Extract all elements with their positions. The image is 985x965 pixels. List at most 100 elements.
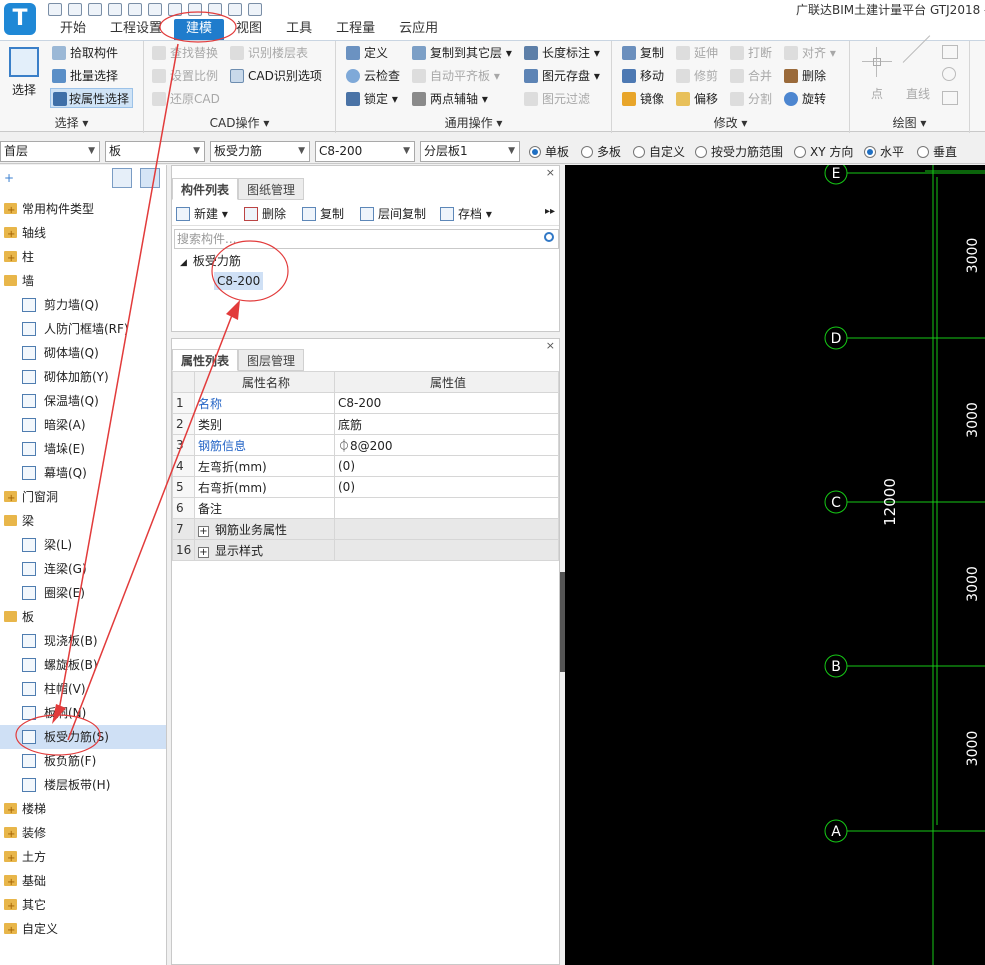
nav-item[interactable]: 圈梁(E): [0, 581, 166, 605]
list-view-icon[interactable]: [112, 168, 132, 188]
common-ops-group-title[interactable]: 通用操作 ▾: [336, 114, 611, 131]
nav-item[interactable]: 螺旋板(B): [0, 653, 166, 677]
nav-item[interactable]: 柱帽(V): [0, 677, 166, 701]
move-button[interactable]: 移动: [622, 66, 664, 86]
archive-button[interactable]: 存档 ▾: [438, 205, 492, 223]
radio-multi-slab[interactable]: 多板: [581, 143, 621, 161]
element-filter-button[interactable]: 图元过滤: [524, 89, 590, 109]
property-value[interactable]: [334, 518, 559, 540]
pick-component-button[interactable]: 拾取构件: [52, 43, 118, 63]
cad-recognize-options-button[interactable]: CAD识别选项: [230, 66, 322, 86]
grid-icon[interactable]: [228, 2, 242, 16]
nav-category[interactable]: 梁: [0, 509, 166, 533]
tab-layer-management[interactable]: 图层管理: [238, 349, 305, 371]
modify-group-title[interactable]: 修改 ▾: [612, 114, 849, 131]
component-search-input[interactable]: 搜索构件...: [174, 229, 559, 249]
cad-group-title[interactable]: CAD操作 ▾: [144, 114, 335, 131]
radio-single-slab[interactable]: 单板: [529, 143, 569, 161]
edit-icon[interactable]: [208, 2, 222, 16]
nav-category[interactable]: 自定义: [0, 917, 166, 943]
component-type-select[interactable]: 板受力筋 ▼: [210, 141, 310, 162]
drawing-canvas[interactable]: E D C B A 3000 3000 3000 3000 12000: [565, 165, 985, 965]
tab-cloud[interactable]: 云应用: [387, 19, 450, 40]
lock-button[interactable]: 锁定 ▾: [346, 89, 398, 109]
rotate-button[interactable]: 旋转: [784, 89, 826, 109]
delete-component-button[interactable]: 删除: [242, 205, 286, 223]
nav-item[interactable]: 现浇板(B): [0, 629, 166, 653]
nav-category[interactable]: 装修: [0, 821, 166, 847]
property-row[interactable]: 2 类别 底筋: [172, 413, 559, 435]
element-save-button[interactable]: 图元存盘 ▾: [524, 66, 600, 86]
open-folder-icon[interactable]: [88, 2, 102, 16]
property-value[interactable]: C8-200: [334, 392, 559, 414]
nav-category[interactable]: 轴线: [0, 221, 166, 247]
property-value[interactable]: [334, 497, 559, 519]
nav-category[interactable]: 门窗洞: [0, 485, 166, 511]
view-icon[interactable]: [188, 2, 202, 16]
property-value[interactable]: 底筋: [334, 413, 559, 435]
tree-view-icon[interactable]: [140, 168, 160, 188]
arc-icon[interactable]: [942, 45, 958, 59]
offset-button[interactable]: 偏移: [676, 89, 718, 109]
nav-item[interactable]: 板洞(N): [0, 701, 166, 725]
point-draw-button[interactable]: 点: [860, 47, 894, 102]
copy-component-button[interactable]: 复制: [300, 205, 344, 223]
length-dimension-button[interactable]: 长度标注 ▾: [524, 43, 600, 63]
tab-tools[interactable]: 工具: [274, 19, 324, 40]
nav-category[interactable]: 常用构件类型: [0, 197, 166, 223]
tree-node-c8-200[interactable]: C8-200: [214, 272, 264, 290]
layer-select[interactable]: 分层板1 ▼: [420, 141, 520, 162]
tab-drawing-management[interactable]: 图纸管理: [238, 178, 305, 200]
tab-start[interactable]: 开始: [48, 19, 98, 40]
tab-property-list[interactable]: 属性列表: [172, 349, 239, 371]
property-row[interactable]: 1 名称 C8-200: [172, 392, 559, 414]
select-by-attribute-button[interactable]: 按属性选择: [50, 88, 134, 108]
radio-custom[interactable]: 自定义: [633, 143, 685, 161]
new-file-icon[interactable]: [68, 2, 82, 16]
property-value[interactable]: [334, 539, 559, 561]
find-replace-button[interactable]: 查找替换: [152, 43, 218, 63]
trim-button[interactable]: 修剪: [676, 66, 718, 86]
tab-component-list[interactable]: 构件列表: [172, 178, 239, 200]
restore-cad-button[interactable]: 还原CAD: [152, 89, 220, 109]
expand-icon[interactable]: +: [198, 546, 209, 558]
copy-between-floors-button[interactable]: 层间复制: [358, 205, 426, 223]
property-row[interactable]: 6 备注: [172, 497, 559, 519]
nav-item[interactable]: 保温墙(Q): [0, 389, 166, 413]
app-logo[interactable]: T: [4, 3, 36, 35]
nav-category[interactable]: 板: [0, 605, 166, 629]
close-icon[interactable]: ×: [546, 166, 555, 179]
break-button[interactable]: 打断: [730, 43, 772, 63]
nav-item[interactable]: 人防门框墙(RF): [0, 317, 166, 341]
tab-project-settings[interactable]: 工程设置: [98, 19, 174, 40]
copy-button[interactable]: 复制: [622, 43, 664, 63]
property-row[interactable]: 3 钢筋信息 ⏀8@200: [172, 434, 559, 456]
nav-item[interactable]: 砌体加筋(Y): [0, 365, 166, 389]
close-icon[interactable]: ×: [546, 339, 555, 352]
sum-icon[interactable]: [148, 2, 162, 16]
nav-item[interactable]: 幕墙(Q): [0, 461, 166, 485]
property-row[interactable]: 5 右弯折(mm) (0): [172, 476, 559, 498]
nav-category[interactable]: 土方: [0, 845, 166, 871]
rect-icon[interactable]: [942, 91, 958, 105]
nav-item[interactable]: 砌体墙(Q): [0, 341, 166, 365]
new-component-button[interactable]: 新建 ▾: [174, 205, 228, 223]
more-icon[interactable]: ▸▸: [545, 206, 555, 217]
nav-item[interactable]: 剪力墙(Q): [0, 293, 166, 317]
nav-category[interactable]: 其它: [0, 893, 166, 919]
nav-item[interactable]: 连梁(G): [0, 557, 166, 581]
undo-icon[interactable]: [108, 2, 122, 16]
radio-horizontal[interactable]: 水平: [864, 143, 904, 161]
component-select[interactable]: C8-200 ▼: [315, 141, 415, 162]
line-draw-button[interactable]: 直线: [900, 35, 936, 102]
cloud-check-button[interactable]: 云检查: [346, 66, 400, 86]
recognize-floor-table-button[interactable]: 识别楼层表: [230, 43, 308, 63]
nav-category[interactable]: 基础: [0, 869, 166, 895]
floor-select[interactable]: 首层 ▼: [0, 141, 100, 162]
define-button[interactable]: 定义: [346, 43, 388, 63]
draw-group-title[interactable]: 绘图 ▾: [850, 114, 969, 131]
property-value[interactable]: (0): [334, 476, 559, 498]
select-group-title[interactable]: 选择 ▾: [0, 114, 143, 131]
property-row[interactable]: 4 左弯折(mm) (0): [172, 455, 559, 477]
circle-icon[interactable]: [942, 67, 956, 81]
